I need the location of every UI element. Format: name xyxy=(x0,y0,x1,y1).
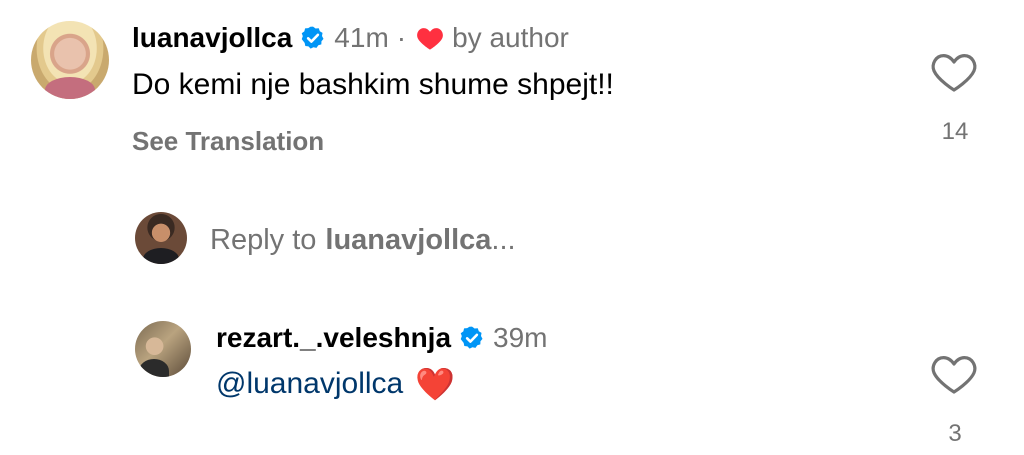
reply-mention[interactable]: @luanavjollca xyxy=(216,367,403,401)
like-count: 14 xyxy=(941,118,969,145)
verified-badge-icon xyxy=(459,325,485,351)
avatar-luanavjollca[interactable] xyxy=(31,21,109,99)
like-button[interactable] xyxy=(930,50,978,94)
current-user-avatar xyxy=(135,212,187,264)
comment-time: 41m xyxy=(334,22,389,53)
reply-time: 39m xyxy=(493,322,548,353)
see-translation-button[interactable]: See Translation xyxy=(132,126,324,157)
reply-like-button[interactable] xyxy=(930,352,978,396)
reply-text: @luanavjollca ❤️ xyxy=(216,364,455,404)
heart-outline-icon xyxy=(930,54,978,98)
reply-username[interactable]: rezart._.veleshnja xyxy=(216,322,451,354)
reply-target: luanavjollca xyxy=(325,223,492,256)
verified-badge-icon xyxy=(300,25,326,51)
comment-header: luanavjollca 41m · by author xyxy=(132,20,569,56)
reply-ellipsis: ... xyxy=(491,223,516,256)
reply-input[interactable]: Reply to luanavjollca ... xyxy=(210,222,516,258)
red-heart-emoji: ❤️ xyxy=(415,365,456,403)
comment-text: Do kemi nje bashkim shume shpejt!! xyxy=(132,68,614,101)
heart-filled-icon xyxy=(416,25,444,51)
comment-username[interactable]: luanavjollca xyxy=(132,22,292,54)
heart-outline-icon xyxy=(930,356,978,400)
reply-like-count: 3 xyxy=(948,420,962,447)
liked-by-author-label: by author xyxy=(452,22,569,53)
meta-separator: · xyxy=(396,22,407,53)
avatar-rezart[interactable] xyxy=(135,321,191,377)
reply-header: rezart._.veleshnja 39m xyxy=(216,320,548,356)
reply-prefix: Reply to xyxy=(210,223,317,256)
